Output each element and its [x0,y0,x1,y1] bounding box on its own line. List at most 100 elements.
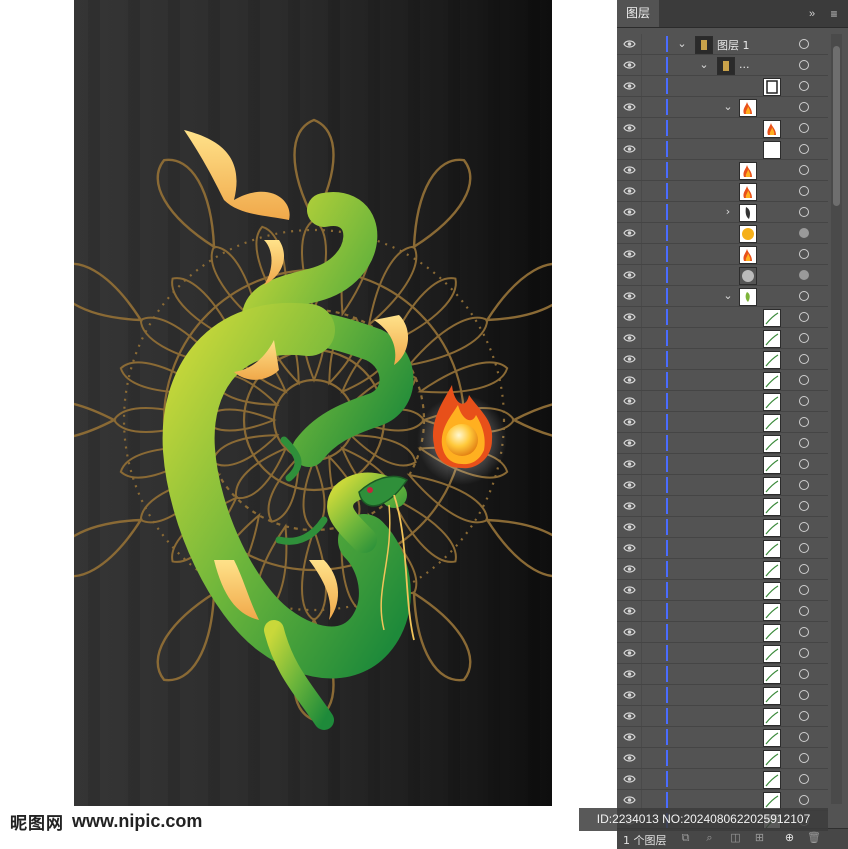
target-circle-icon[interactable] [799,270,809,280]
eye-visibility-icon[interactable] [623,689,636,701]
target-circle-icon[interactable] [799,627,809,637]
double-chevron-right-icon[interactable]: » [805,7,819,21]
lock-toggle-column[interactable] [641,475,642,495]
target-circle-icon[interactable] [799,123,809,133]
lock-toggle-column[interactable] [641,580,642,600]
target-circle-icon[interactable] [799,522,809,532]
target-circle-icon[interactable] [799,60,809,70]
chevron-down-icon[interactable]: ⌄ [677,38,687,49]
eye-visibility-icon[interactable] [623,122,636,134]
target-circle-icon[interactable] [799,459,809,469]
layer-row[interactable] [617,370,828,391]
eye-visibility-icon[interactable] [623,101,636,113]
hamburger-menu-icon[interactable]: ≡ [827,7,841,21]
layer-row[interactable] [617,139,828,160]
layer-row[interactable] [617,181,828,202]
eye-visibility-icon[interactable] [623,521,636,533]
eye-visibility-icon[interactable] [623,647,636,659]
layer-row[interactable]: ⌄... [617,55,828,76]
layer-row[interactable] [617,475,828,496]
lock-toggle-column[interactable] [641,97,642,117]
lock-toggle-column[interactable] [641,454,642,474]
layer-row[interactable] [617,769,828,790]
lock-toggle-column[interactable] [641,349,642,369]
target-circle-icon[interactable] [799,207,809,217]
layer-row[interactable] [617,559,828,580]
lock-toggle-column[interactable] [641,223,642,243]
target-circle-icon[interactable] [799,648,809,658]
layer-name[interactable]: 图层 1 [717,37,750,53]
target-circle-icon[interactable] [799,39,809,49]
target-circle-icon[interactable] [799,795,809,805]
lock-toggle-column[interactable] [641,643,642,663]
lock-toggle-column[interactable] [641,244,642,264]
layer-row[interactable] [617,727,828,748]
target-circle-icon[interactable] [799,543,809,553]
eye-visibility-icon[interactable] [623,773,636,785]
layer-row[interactable] [617,706,828,727]
eye-visibility-icon[interactable] [623,605,636,617]
layer-row[interactable] [617,580,828,601]
lock-toggle-column[interactable] [641,202,642,222]
layer-row[interactable] [617,601,828,622]
eye-visibility-icon[interactable] [623,164,636,176]
lock-toggle-column[interactable] [641,391,642,411]
eye-visibility-icon[interactable] [623,542,636,554]
eye-visibility-icon[interactable] [623,332,636,344]
target-circle-icon[interactable] [799,480,809,490]
target-circle-icon[interactable] [799,333,809,343]
eye-visibility-icon[interactable] [623,395,636,407]
target-circle-icon[interactable] [799,501,809,511]
target-circle-icon[interactable] [799,81,809,91]
layer-row[interactable] [617,643,828,664]
layer-row[interactable]: ⌄ [617,97,828,118]
target-circle-icon[interactable] [799,438,809,448]
chevron-right-icon[interactable]: › [723,206,733,217]
target-circle-icon[interactable] [799,711,809,721]
layer-row[interactable] [617,349,828,370]
layer-row[interactable] [617,76,828,97]
layer-row[interactable] [617,307,828,328]
lock-toggle-column[interactable] [641,517,642,537]
lock-toggle-column[interactable] [641,538,642,558]
target-circle-icon[interactable] [799,228,809,238]
lock-toggle-column[interactable] [641,370,642,390]
lock-toggle-column[interactable] [641,139,642,159]
lock-toggle-column[interactable] [641,769,642,789]
layer-row[interactable] [617,748,828,769]
eye-visibility-icon[interactable] [623,710,636,722]
lock-toggle-column[interactable] [641,433,642,453]
layer-row[interactable] [617,160,828,181]
eye-visibility-icon[interactable] [623,290,636,302]
target-circle-icon[interactable] [799,690,809,700]
eye-visibility-icon[interactable] [623,668,636,680]
lock-toggle-column[interactable] [641,181,642,201]
lock-toggle-column[interactable] [641,160,642,180]
lock-toggle-column[interactable] [641,328,642,348]
target-circle-icon[interactable] [799,585,809,595]
eye-visibility-icon[interactable] [623,458,636,470]
eye-visibility-icon[interactable] [623,584,636,596]
lock-toggle-column[interactable] [641,76,642,96]
artboard-canvas[interactable] [74,0,552,806]
trash-icon[interactable]: 🗑 [807,832,821,845]
target-circle-icon[interactable] [799,669,809,679]
target-circle-icon[interactable] [799,396,809,406]
layer-row[interactable] [617,517,828,538]
lock-toggle-column[interactable] [641,286,642,306]
target-circle-icon[interactable] [799,144,809,154]
eye-visibility-icon[interactable] [623,731,636,743]
lock-toggle-column[interactable] [641,118,642,138]
lock-toggle-column[interactable] [641,727,642,747]
layer-row[interactable]: › [617,202,828,223]
layer-row[interactable] [617,223,828,244]
lock-toggle-column[interactable] [641,622,642,642]
target-circle-icon[interactable] [799,165,809,175]
eye-visibility-icon[interactable] [623,38,636,50]
target-circle-icon[interactable] [799,312,809,322]
eye-visibility-icon[interactable] [623,626,636,638]
layer-row[interactable]: ⌄ 图层 1 [617,34,828,55]
eye-visibility-icon[interactable] [623,185,636,197]
target-circle-icon[interactable] [799,102,809,112]
target-circle-icon[interactable] [799,354,809,364]
